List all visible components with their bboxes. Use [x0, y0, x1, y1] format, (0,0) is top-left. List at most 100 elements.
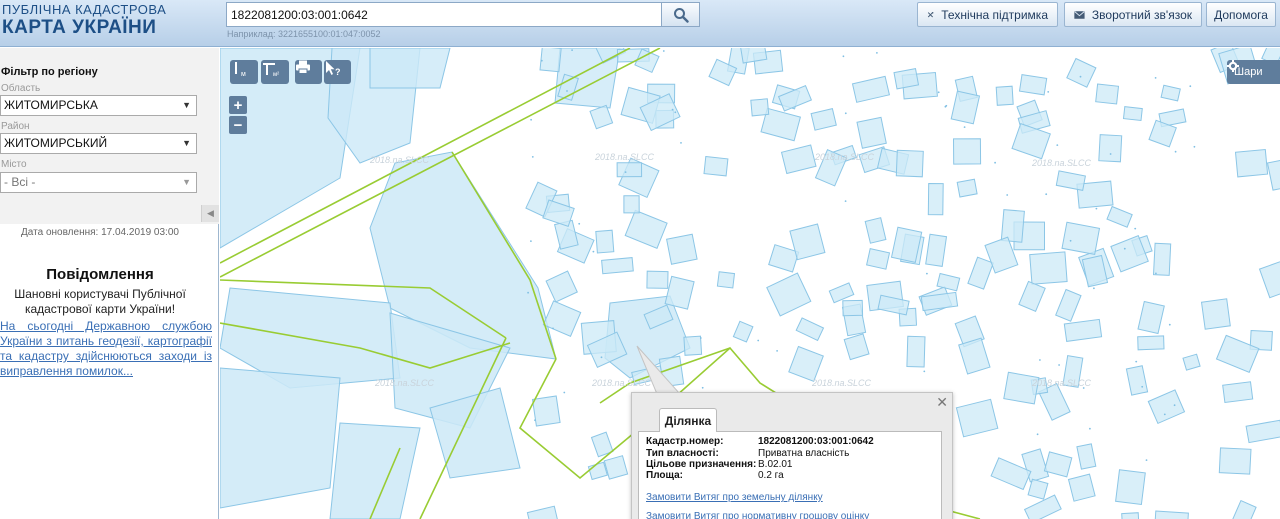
land-parcel[interactable]: [732, 320, 754, 343]
tech-support-button[interactable]: Технічна підтримка: [917, 2, 1058, 27]
land-parcel[interactable]: [1055, 170, 1086, 191]
land-parcel[interactable]: [1232, 499, 1257, 519]
land-parcel[interactable]: [1234, 148, 1269, 178]
land-parcel[interactable]: [1000, 209, 1025, 243]
land-parcel[interactable]: [1018, 280, 1046, 312]
land-parcel[interactable]: [1182, 353, 1201, 371]
land-parcel[interactable]: [958, 337, 991, 375]
land-parcel[interactable]: [1218, 447, 1252, 475]
land-parcel[interactable]: [1106, 205, 1133, 228]
search-button[interactable]: [662, 2, 700, 27]
notice-link[interactable]: На сьогодні Державною службою України з …: [0, 319, 212, 379]
land-parcel[interactable]: [616, 162, 643, 178]
land-parcel[interactable]: [927, 182, 944, 216]
land-parcel[interactable]: [1055, 288, 1082, 322]
layers-button[interactable]: Шари: [1227, 60, 1280, 84]
land-parcel[interactable]: [1137, 300, 1165, 335]
cadastral-map[interactable]: 2018.na.SLCC 2018.na.SLCC 2018.na.SLCC 2018…: [220, 48, 1280, 519]
land-parcel[interactable]: [587, 461, 608, 481]
land-parcel[interactable]: [766, 272, 812, 317]
land-parcel[interactable]: [955, 398, 999, 438]
order-valuation-extract-link[interactable]: Замовити Витяг про нормативну грошову оц…: [646, 511, 869, 519]
identify-button[interactable]: ?: [324, 60, 351, 84]
land-parcel[interactable]: [1063, 318, 1103, 342]
land-parcel[interactable]: [1222, 381, 1254, 404]
ruler-tool-button[interactable]: м: [230, 60, 258, 84]
land-parcel[interactable]: [995, 85, 1014, 106]
land-parcel[interactable]: [851, 75, 891, 103]
land-parcel[interactable]: [1152, 242, 1172, 276]
collapse-sidebar-button[interactable]: ◀: [201, 205, 219, 222]
land-parcel[interactable]: [925, 233, 948, 267]
land-parcel[interactable]: [624, 209, 668, 249]
land-parcel[interactable]: [1076, 443, 1097, 470]
land-parcel[interactable]: [1266, 159, 1280, 191]
land-parcel[interactable]: [623, 195, 640, 214]
land-parcel[interactable]: [1115, 469, 1146, 506]
land-parcel[interactable]: [828, 282, 855, 304]
land-parcel[interactable]: [856, 116, 887, 149]
land-parcel[interactable]: [1066, 57, 1097, 88]
land-parcel[interactable]: [703, 155, 729, 177]
zoom-in-button[interactable]: +: [229, 96, 247, 114]
land-parcel[interactable]: [1095, 83, 1120, 105]
land-parcel[interactable]: [1098, 134, 1123, 163]
close-icon[interactable]: ✕: [936, 394, 948, 411]
land-parcel[interactable]: [895, 149, 924, 178]
land-parcel[interactable]: [952, 138, 982, 165]
land-parcel[interactable]: [666, 233, 698, 265]
land-parcel[interactable]: [750, 98, 770, 117]
land-parcel[interactable]: [866, 248, 891, 270]
land-parcel[interactable]: [788, 345, 824, 382]
land-parcel[interactable]: [545, 270, 578, 303]
zoom-out-button[interactable]: −: [229, 116, 247, 134]
cadastral-search-input[interactable]: [226, 2, 662, 27]
help-button[interactable]: Допомога: [1206, 2, 1276, 27]
land-parcel[interactable]: [1027, 478, 1049, 500]
land-parcel[interactable]: [842, 299, 864, 317]
land-parcel[interactable]: [864, 217, 887, 244]
land-parcel[interactable]: [601, 257, 634, 275]
land-parcel[interactable]: [1245, 419, 1280, 444]
large-parcel[interactable]: [369, 48, 451, 89]
land-parcel[interactable]: [810, 107, 837, 131]
oblast-select[interactable]: ЖИТОМИРСЬКА ▼: [0, 95, 197, 116]
land-parcel[interactable]: [1018, 74, 1048, 96]
land-parcel[interactable]: [906, 335, 926, 368]
land-parcel[interactable]: [795, 317, 825, 342]
land-parcel[interactable]: [1122, 106, 1143, 122]
land-parcel[interactable]: [646, 270, 669, 289]
land-parcel[interactable]: [1154, 510, 1189, 519]
land-parcel[interactable]: [531, 395, 561, 427]
land-parcel[interactable]: [589, 104, 614, 130]
land-parcel[interactable]: [1043, 451, 1073, 478]
land-parcel[interactable]: [664, 275, 695, 310]
land-parcel[interactable]: [956, 178, 978, 198]
large-parcel[interactable]: [220, 367, 341, 509]
land-parcel[interactable]: [950, 90, 981, 125]
land-parcel[interactable]: [1200, 298, 1231, 330]
land-parcel[interactable]: [595, 229, 615, 254]
land-parcel[interactable]: [539, 48, 562, 73]
rayon-select[interactable]: ЖИТОМИРСЬКИЙ ▼: [0, 133, 197, 154]
land-parcel[interactable]: [877, 294, 910, 316]
tab-parcel[interactable]: Ділянка: [659, 408, 717, 432]
land-parcel[interactable]: [1067, 473, 1096, 502]
land-parcel[interactable]: [893, 68, 920, 90]
land-parcel[interactable]: [1121, 512, 1140, 519]
land-parcel[interactable]: [1160, 84, 1181, 102]
feedback-button[interactable]: Зворотний зв'язок: [1064, 2, 1202, 27]
land-parcel[interactable]: [843, 333, 870, 361]
land-parcel[interactable]: [716, 271, 736, 289]
site-logo[interactable]: ПУБЛІЧНА КАДАСТРОВА КАРТА УКРАЇНИ: [2, 3, 166, 37]
misto-select[interactable]: - Всі - ▼: [0, 172, 197, 193]
land-parcel[interactable]: [1147, 389, 1186, 425]
land-parcel[interactable]: [1029, 251, 1068, 285]
land-parcel[interactable]: [967, 256, 994, 290]
large-parcel[interactable]: [329, 422, 421, 519]
land-parcel[interactable]: [603, 455, 629, 480]
area-tool-button[interactable]: м²: [261, 60, 289, 84]
land-parcel[interactable]: [1011, 122, 1051, 160]
land-parcel[interactable]: [1061, 221, 1101, 255]
land-parcel[interactable]: [1258, 257, 1280, 299]
